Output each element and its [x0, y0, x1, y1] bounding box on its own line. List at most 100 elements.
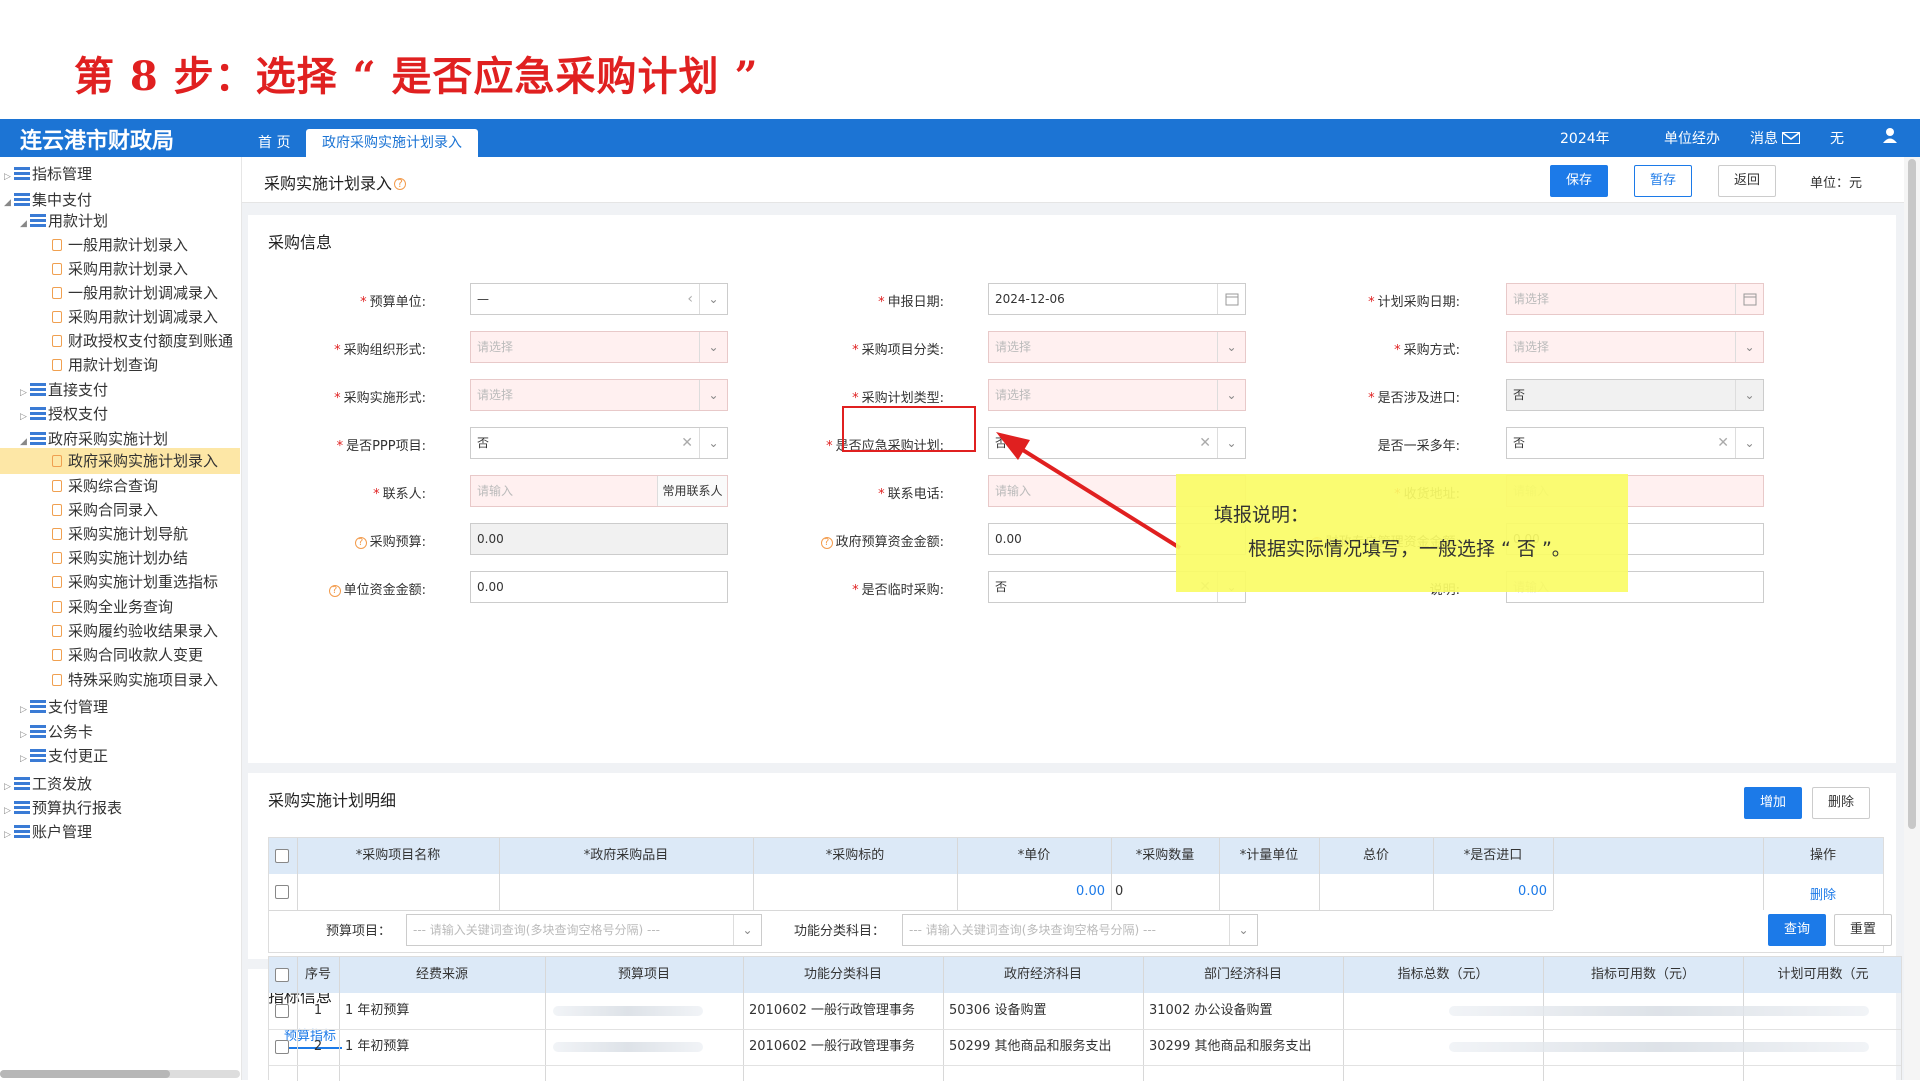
row-checkbox[interactable]: [275, 1040, 289, 1054]
sidebar-item[interactable]: ▷ 直接支付: [20, 377, 108, 403]
sidebar-scrollbar[interactable]: [0, 1070, 240, 1078]
row-checkbox[interactable]: [275, 1004, 289, 1018]
sidebar-item[interactable]: ▷ 预算执行报表: [4, 795, 122, 821]
field-input[interactable]: 请选择 ⌄: [988, 331, 1246, 363]
calendar-icon[interactable]: [1217, 284, 1245, 314]
field-input[interactable]: 否 ⌄✕: [1506, 427, 1764, 459]
clear-icon[interactable]: ✕: [1199, 428, 1211, 458]
row-checkbox[interactable]: [275, 885, 289, 899]
caret-right-icon[interactable]: ▷: [20, 746, 30, 772]
tree-node-icon: [14, 193, 30, 207]
quantity-cell[interactable]: 0: [1115, 874, 1215, 910]
chevron-down-icon[interactable]: ⌄: [1217, 380, 1245, 410]
sidebar-item[interactable]: 采购综合查询: [52, 473, 158, 499]
sidebar-item[interactable]: 用款计划查询: [52, 352, 158, 378]
budget-item-search[interactable]: --- 请输入关键词查询(多块查询空格号分隔) --- ⌄: [406, 914, 762, 946]
caret-down-icon[interactable]: ◢: [20, 211, 30, 237]
chevron-down-icon[interactable]: ⌄: [699, 284, 727, 314]
field-input[interactable]: 0.00: [470, 571, 728, 603]
sidebar-item-label: 公务卡: [48, 723, 94, 741]
sidebar-item[interactable]: 采购全业务查询: [52, 594, 173, 620]
sidebar-item[interactable]: 采购实施计划办结: [52, 545, 188, 571]
draft-button[interactable]: 暂存: [1634, 165, 1692, 197]
sidebar-item[interactable]: 财政授权支付额度到账通: [52, 328, 233, 354]
sidebar-item[interactable]: ▷ 授权支付: [20, 401, 108, 427]
field-input[interactable]: 否 ⌄✕: [470, 427, 728, 459]
help-icon[interactable]: ?: [354, 537, 367, 549]
chevron-down-icon[interactable]: ⌄: [1735, 380, 1763, 410]
reset-button[interactable]: 重置: [1834, 914, 1892, 946]
sidebar-item[interactable]: 采购实施计划导航: [52, 521, 188, 547]
sidebar-item[interactable]: 采购合同录入: [52, 497, 158, 523]
sidebar-item[interactable]: ▷ 公务卡: [20, 719, 93, 745]
chevron-down-icon[interactable]: ⌄: [1217, 332, 1245, 362]
field-input[interactable]: 请选择 ⌄: [470, 379, 728, 411]
messages-link[interactable]: 消息: [1750, 128, 1801, 148]
field-input[interactable]: 请选择: [1506, 283, 1764, 315]
chevron-down-icon[interactable]: ⌄: [699, 428, 727, 458]
tab-procurement-plan-entry[interactable]: 政府采购实施计划录入: [306, 129, 478, 157]
query-button[interactable]: 查询: [1768, 914, 1826, 946]
chevron-down-icon[interactable]: ⌄: [733, 915, 761, 945]
required-mark: *: [1368, 295, 1375, 310]
calendar-icon[interactable]: [1735, 284, 1763, 314]
user-role[interactable]: 单位经办: [1664, 128, 1720, 148]
sidebar-item[interactable]: 采购用款计划录入: [52, 256, 188, 282]
sidebar-item[interactable]: 采购履约验收结果录入: [52, 618, 218, 644]
fiscal-year[interactable]: 2024年: [1560, 128, 1610, 148]
sidebar-item[interactable]: ◢ 用款计划: [20, 208, 108, 234]
chevron-down-icon[interactable]: ⌄: [1735, 332, 1763, 362]
sidebar-item[interactable]: 一般用款计划调减录入: [52, 280, 218, 306]
row-delete-link[interactable]: 删除: [1763, 878, 1883, 914]
sidebar-item[interactable]: 政府采购实施计划录入: [0, 448, 240, 474]
sidebar-item[interactable]: 采购实施计划重选指标: [52, 569, 218, 595]
clear-icon[interactable]: ✕: [1717, 428, 1729, 458]
tab-home[interactable]: 首 页: [244, 129, 304, 157]
field-input[interactable]: 2024-12-06: [988, 283, 1246, 315]
sidebar-item[interactable]: ▷ 支付管理: [20, 694, 108, 720]
field-input[interactable]: 请选择 ⌄: [1506, 331, 1764, 363]
chevron-down-icon[interactable]: ⌄: [1229, 915, 1257, 945]
sidebar-item[interactable]: ▷ 工资发放: [4, 771, 92, 797]
sidebar-item[interactable]: ▷ 指标管理: [4, 161, 92, 187]
chevron-down-icon[interactable]: ⌄: [1735, 428, 1763, 458]
chevron-down-icon[interactable]: ⌄: [1217, 428, 1245, 458]
sidebar-item[interactable]: ▷ 账户管理: [4, 819, 92, 845]
field-input[interactable]: 0.00: [470, 523, 728, 555]
field-input[interactable]: 请输入 常用联系人: [470, 475, 728, 507]
sidebar-item[interactable]: 特殊采购实施项目录入: [52, 667, 218, 693]
caret-right-icon[interactable]: ▷: [4, 822, 14, 848]
field-label-text: 采购预算:: [369, 535, 426, 550]
func-class-search[interactable]: --- 请输入关键词查询(多块查询空格号分隔) --- ⌄: [902, 914, 1258, 946]
field-input[interactable]: 请选择 ⌄: [470, 331, 728, 363]
sidebar-item[interactable]: 采购合同收款人变更: [52, 642, 203, 668]
select-all-checkbox[interactable]: [275, 968, 289, 982]
indicator-table: 序号 经费来源 预算项目 功能分类科目 政府经济科目 部门经济科目 指标总数（元） 指标可用数…: [268, 956, 1902, 1081]
user-icon[interactable]: [1882, 127, 1898, 147]
caret-down-icon[interactable]: ◢: [4, 190, 14, 216]
highlight-box: [842, 406, 976, 452]
field-input[interactable]: 请选择 ⌄: [988, 379, 1246, 411]
add-row-button[interactable]: 增加: [1744, 787, 1802, 819]
field-input[interactable]: — ⌄ ‹: [470, 283, 728, 315]
select-all-checkbox[interactable]: [275, 849, 289, 863]
sidebar-item[interactable]: 一般用款计划录入: [52, 232, 188, 258]
unit-price-cell[interactable]: 0.00: [957, 874, 1105, 910]
chevron-left-icon[interactable]: ‹: [687, 284, 693, 314]
field-input[interactable]: 否 ⌄: [1506, 379, 1764, 411]
clear-icon[interactable]: ✕: [681, 428, 693, 458]
back-button[interactable]: 返回: [1718, 165, 1776, 197]
sidebar-item[interactable]: ▷ 支付更正: [20, 743, 108, 769]
chevron-down-icon[interactable]: ⌄: [699, 380, 727, 410]
column-header: 经费来源: [415, 967, 468, 982]
sidebar-item[interactable]: 采购用款计划调减录入: [52, 304, 218, 330]
field-input[interactable]: 否 ⌄✕: [988, 427, 1246, 459]
help-icon[interactable]: ?: [328, 585, 341, 597]
common-contact-button[interactable]: 常用联系人: [657, 476, 727, 506]
help-icon[interactable]: ?: [394, 178, 407, 190]
save-button[interactable]: 保存: [1550, 165, 1608, 197]
delete-row-button[interactable]: 删除: [1812, 787, 1870, 819]
page-scrollbar[interactable]: [1904, 157, 1920, 1080]
chevron-down-icon[interactable]: ⌄: [699, 332, 727, 362]
help-icon[interactable]: ?: [820, 537, 833, 549]
